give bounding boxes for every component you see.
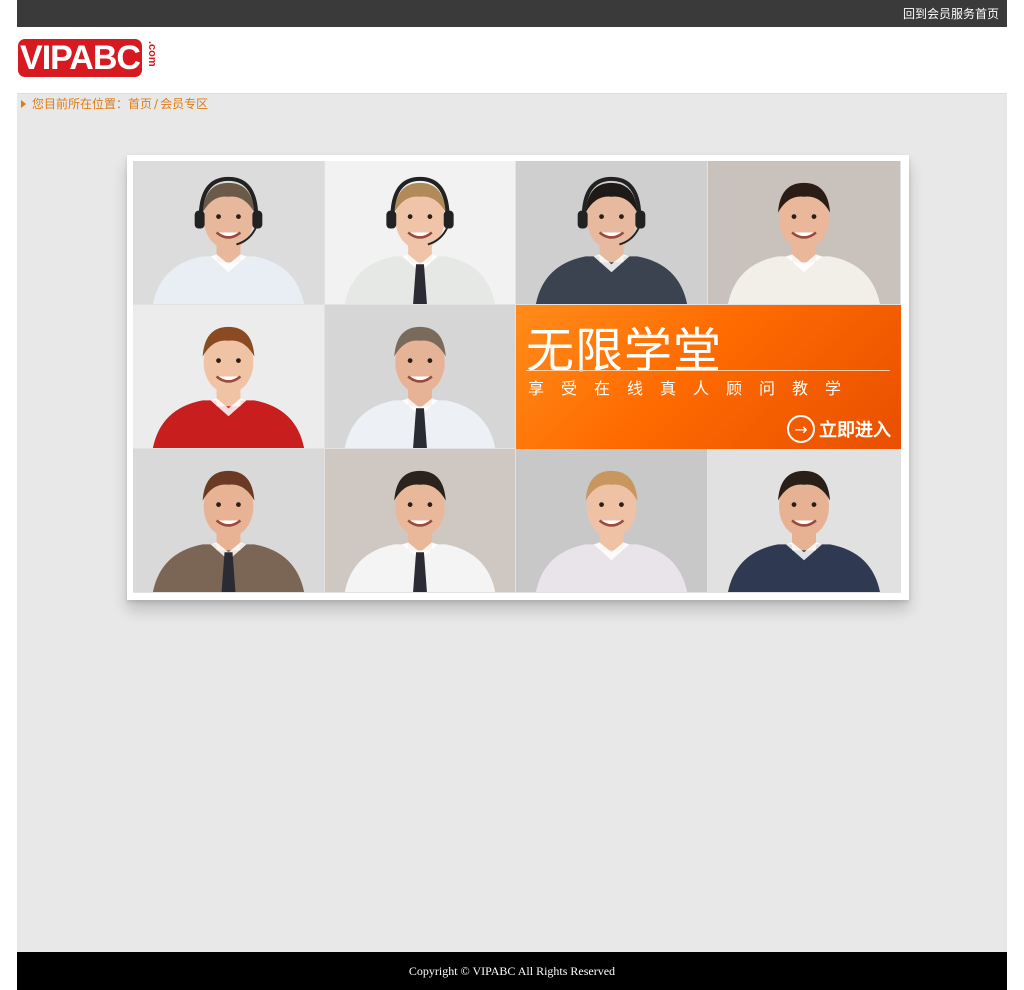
header: VIPABC .com (17, 27, 1007, 94)
enter-button[interactable]: → 立即进入 (787, 415, 891, 443)
page-frame: 回到会员服务首页 VIPABC .com 您目前所在位置： 首页 / 会员专区 … (17, 0, 1007, 990)
vipabc-logo[interactable]: VIPABC .com (18, 39, 160, 77)
promo-panel[interactable]: 无限学堂 享受在线真人顾问教学 → 立即进入 (516, 305, 901, 449)
photo-grid: 无限学堂 享受在线真人顾问教学 → 立即进入 (133, 161, 901, 593)
portrait-photo (708, 161, 901, 305)
triangle-bullet-icon (21, 99, 26, 108)
portrait-photo (133, 305, 325, 449)
logo-text: VIPABC (18, 39, 142, 77)
breadcrumb-home-link[interactable]: 首页 (128, 95, 152, 112)
promo-subtitle: 享受在线真人顾问教学 (528, 379, 859, 398)
promo-divider (526, 370, 890, 371)
arrow-right-icon: → (787, 415, 815, 443)
logo-suffix: .com (146, 41, 158, 67)
enter-label: 立即进入 (819, 420, 891, 441)
breadcrumb-separator: / (154, 96, 159, 111)
member-home-link[interactable]: 回到会员服务首页 (903, 5, 999, 22)
portrait-photo (708, 449, 901, 593)
portrait-photo (325, 305, 516, 449)
footer: Copyright © VIPABC All Rights Reserved (17, 952, 1007, 990)
promo-banner[interactable]: 无限学堂 享受在线真人顾问教学 → 立即进入 (127, 155, 909, 600)
portrait-photo (325, 161, 516, 305)
breadcrumb: 您目前所在位置： 首页 / 会员专区 (21, 95, 208, 112)
breadcrumb-prefix: 您目前所在位置： (32, 97, 129, 111)
copyright-text: Copyright © VIPABC All Rights Reserved (408, 964, 616, 978)
breadcrumb-current[interactable]: 会员专区 (160, 95, 208, 112)
portrait-photo (325, 449, 516, 593)
top-bar: 回到会员服务首页 (17, 0, 1007, 27)
portrait-photo (133, 449, 325, 593)
portrait-photo (133, 161, 325, 305)
main-content: 您目前所在位置： 首页 / 会员专区 无限学堂 享受在线真人顾问教学 → 立即进… (17, 94, 1007, 952)
portrait-photo (516, 161, 708, 305)
portrait-photo (516, 449, 708, 593)
